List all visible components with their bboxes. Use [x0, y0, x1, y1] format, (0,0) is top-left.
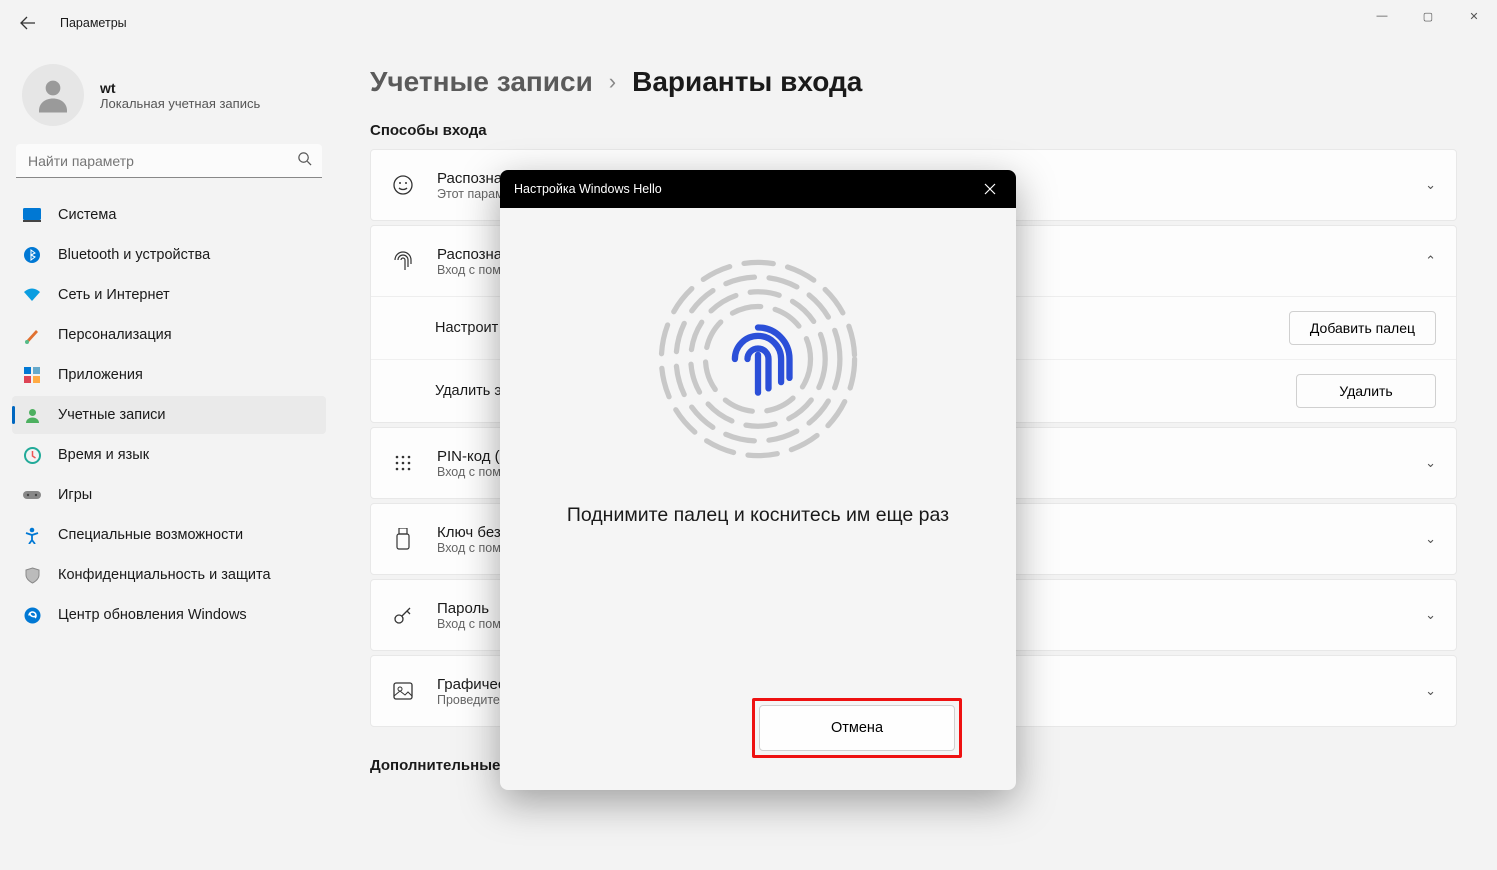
user-icon	[32, 74, 74, 116]
user-type: Локальная учетная запись	[100, 96, 260, 111]
nav-label: Игры	[58, 487, 92, 503]
section-title-ways: Способы входа	[370, 122, 1457, 139]
back-button[interactable]	[16, 11, 40, 35]
cancel-highlight: Отмена	[752, 698, 962, 758]
close-window-button[interactable]: ✕	[1451, 0, 1497, 32]
nav-label: Учетные записи	[58, 407, 166, 423]
nav-label: Персонализация	[58, 327, 172, 343]
chevron-down-icon: ⌄	[1425, 177, 1436, 193]
nav-label: Система	[58, 207, 116, 223]
chevron-down-icon: ⌄	[1425, 607, 1436, 623]
nav-accessibility[interactable]: Специальные возможности	[12, 516, 326, 554]
accessibility-icon	[22, 525, 42, 545]
search-icon	[297, 151, 312, 171]
shield-icon	[22, 565, 42, 585]
clock-icon	[22, 445, 42, 465]
nav-system[interactable]: Система	[12, 196, 326, 234]
nav-label: Время и язык	[58, 447, 149, 463]
nav-time[interactable]: Время и язык	[12, 436, 326, 474]
face-icon	[391, 173, 415, 197]
nav-accounts[interactable]: Учетные записи	[12, 396, 326, 434]
nav-gaming[interactable]: Игры	[12, 476, 326, 514]
user-block[interactable]: wt Локальная учетная запись	[8, 56, 330, 144]
breadcrumb-separator: ›	[609, 69, 616, 95]
brush-icon	[22, 325, 42, 345]
breadcrumb: Учетные записи › Варианты входа	[370, 66, 1457, 98]
chevron-down-icon: ⌄	[1425, 683, 1436, 699]
delete-finger-button[interactable]: Удалить	[1296, 374, 1436, 408]
image-icon	[391, 679, 415, 703]
search-input[interactable]	[16, 144, 322, 178]
cancel-button[interactable]: Отмена	[759, 705, 955, 751]
accounts-icon	[22, 405, 42, 425]
update-icon	[22, 605, 42, 625]
arrow-left-icon	[20, 15, 36, 31]
search-wrap	[16, 144, 322, 178]
dialog-close-button[interactable]	[968, 170, 1012, 208]
breadcrumb-current: Варианты входа	[632, 66, 862, 98]
row-label: Удалить э	[435, 383, 502, 399]
fingerprint-large-icon	[653, 254, 863, 464]
nav-label: Центр обновления Windows	[58, 607, 247, 623]
pin-icon	[391, 451, 415, 475]
window-title: Параметры	[60, 16, 127, 30]
nav-label: Сеть и Интернет	[58, 287, 170, 303]
nav-update[interactable]: Центр обновления Windows	[12, 596, 326, 634]
dialog-instruction: Поднимите палец и коснитесь им еще раз	[567, 504, 949, 527]
row-label: Настроит	[435, 320, 498, 336]
key-icon	[391, 603, 415, 627]
fingerprint-icon	[391, 249, 415, 273]
usb-key-icon	[391, 527, 415, 551]
gamepad-icon	[22, 485, 42, 505]
minimize-button[interactable]: —	[1359, 0, 1405, 32]
system-icon	[22, 205, 42, 225]
nav-label: Специальные возможности	[58, 527, 243, 543]
nav-apps[interactable]: Приложения	[12, 356, 326, 394]
nav-bluetooth[interactable]: Bluetooth и устройства	[12, 236, 326, 274]
add-finger-button[interactable]: Добавить палец	[1289, 311, 1436, 345]
window-controls: — ▢ ✕	[1359, 0, 1497, 32]
titlebar: Параметры	[0, 0, 1497, 46]
wifi-icon	[22, 285, 42, 305]
apps-icon	[22, 365, 42, 385]
nav-list: Система Bluetooth и устройства Сеть и Ин…	[8, 196, 330, 634]
fingerprint-graphic	[653, 254, 863, 464]
nav-label: Bluetooth и устройства	[58, 247, 210, 263]
windows-hello-dialog: Настройка Windows Hello	[500, 170, 1016, 790]
dialog-titlebar: Настройка Windows Hello	[500, 170, 1016, 208]
breadcrumb-parent[interactable]: Учетные записи	[370, 66, 593, 98]
nav-privacy[interactable]: Конфиденциальность и защита	[12, 556, 326, 594]
chevron-down-icon: ⌄	[1425, 455, 1436, 471]
nav-personalization[interactable]: Персонализация	[12, 316, 326, 354]
chevron-up-icon: ⌃	[1425, 253, 1436, 269]
bluetooth-icon	[22, 245, 42, 265]
nav-label: Приложения	[58, 367, 143, 383]
nav-network[interactable]: Сеть и Интернет	[12, 276, 326, 314]
maximize-button[interactable]: ▢	[1405, 0, 1451, 32]
user-name: wt	[100, 80, 260, 96]
sidebar: wt Локальная учетная запись Система Blue…	[0, 46, 338, 870]
avatar	[22, 64, 84, 126]
chevron-down-icon: ⌄	[1425, 531, 1436, 547]
nav-label: Конфиденциальность и защита	[58, 567, 271, 583]
dialog-title: Настройка Windows Hello	[514, 182, 662, 196]
dialog-body: Поднимите палец и коснитесь им еще раз О…	[500, 208, 1016, 790]
close-icon	[984, 183, 996, 195]
